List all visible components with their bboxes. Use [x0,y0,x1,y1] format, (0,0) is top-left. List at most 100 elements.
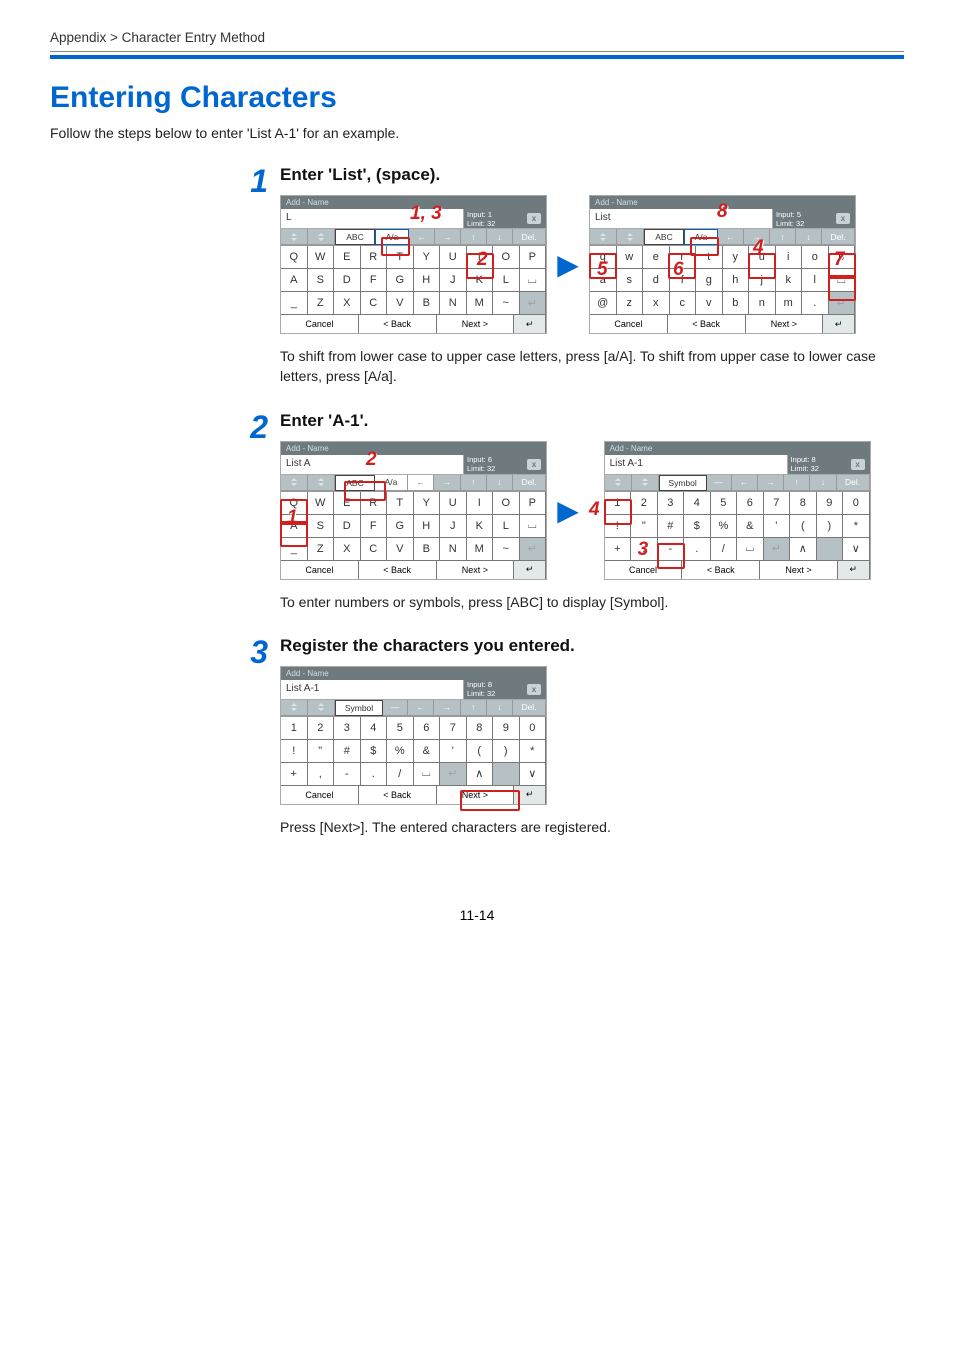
back-button[interactable]: < Back [359,315,437,333]
mode-down-arrow[interactable]: ↓ [487,475,513,491]
mode-case-button[interactable]: A/a [375,229,409,245]
key[interactable]: H [414,515,441,538]
key[interactable]: P [520,246,547,269]
mode-right-arrow[interactable]: → [435,229,461,245]
key[interactable]: + [605,538,632,561]
key[interactable]: G [387,515,414,538]
key[interactable]: J [440,269,467,292]
key[interactable]: ∧ [790,538,817,561]
key[interactable]: ) [493,740,520,763]
key[interactable]: M [467,292,494,315]
key[interactable]: N [440,538,467,561]
delete-button[interactable]: Del. [837,475,870,491]
mode-up-arrow[interactable]: ↑ [770,229,796,245]
key[interactable]: $ [361,740,388,763]
mode-down-arrow[interactable]: ↓ [487,700,513,716]
key[interactable]: Y [414,492,441,515]
key[interactable]: ( [790,515,817,538]
key[interactable]: % [711,515,738,538]
key[interactable]: j [749,269,776,292]
mode-up-arrow[interactable]: ↑ [461,475,487,491]
next-button[interactable]: Next > [437,561,515,579]
delete-button[interactable]: Del. [513,475,546,491]
cancel-button[interactable]: Cancel [605,561,683,579]
mode-symbol-button[interactable]: Symbol [659,475,707,491]
key[interactable]: x [643,292,670,315]
key[interactable]: A [281,515,308,538]
key[interactable]: - [334,763,361,786]
enter-button[interactable]: ↵ [514,786,546,804]
key[interactable]: v [696,292,723,315]
key[interactable]: ~ [493,292,520,315]
key[interactable]: . [802,292,829,315]
key[interactable]: ' [440,740,467,763]
key[interactable]: Q [281,492,308,515]
key[interactable]: F [361,269,388,292]
key[interactable]: 4 [361,717,388,740]
mode-left-arrow[interactable]: ← [718,229,744,245]
key[interactable]: 9 [493,717,520,740]
key[interactable]: ( [467,740,494,763]
mode-up-arrow[interactable]: ↑ [461,700,487,716]
key[interactable]: D [334,515,361,538]
key[interactable]: ⌴ [520,515,547,538]
key[interactable]: ↵ [520,538,547,561]
next-button[interactable]: Next > [746,315,824,333]
key[interactable]: p [829,246,856,269]
key[interactable]: ) [817,515,844,538]
key[interactable]: 5 [711,492,738,515]
key[interactable]: f [670,269,697,292]
key[interactable]: & [737,515,764,538]
mode-down-arrow[interactable]: ↓ [796,229,822,245]
key[interactable]: A [281,269,308,292]
back-button[interactable]: < Back [359,561,437,579]
cancel-button[interactable]: Cancel [590,315,668,333]
close-button[interactable]: x [522,680,546,700]
mode-left-arrow[interactable]: ← [732,475,758,491]
key[interactable]: L [493,269,520,292]
key[interactable]: B [414,538,441,561]
enter-button[interactable]: ↵ [514,315,546,333]
key[interactable]: + [281,763,308,786]
key[interactable]: U [440,246,467,269]
key[interactable]: k [776,269,803,292]
tool-caret-right[interactable] [308,700,335,716]
key[interactable]: g [696,269,723,292]
key[interactable]: I [467,492,494,515]
key[interactable]: P [520,492,547,515]
next-button[interactable]: Next > [437,315,515,333]
key[interactable]: 6 [737,492,764,515]
key[interactable]: M [467,538,494,561]
key[interactable]: ⌴ [520,269,547,292]
key[interactable]: K [467,269,494,292]
key[interactable]: " [308,740,335,763]
tool-caret-left[interactable] [281,700,308,716]
key[interactable]: Q [281,246,308,269]
key[interactable]: " [631,515,658,538]
mode-abc-button[interactable]: ABC [335,475,375,491]
key[interactable]: E [334,246,361,269]
key[interactable]: c [670,292,697,315]
delete-button[interactable]: Del. [513,700,546,716]
key[interactable]: T [387,246,414,269]
mode-down-arrow[interactable]: ↓ [810,475,836,491]
mode-up-arrow[interactable]: ↑ [461,229,487,245]
mode-dash-button[interactable]: — [383,700,408,716]
key[interactable] [817,538,844,561]
cancel-button[interactable]: Cancel [281,786,359,804]
key[interactable]: ' [764,515,791,538]
key[interactable]: N [440,292,467,315]
key[interactable]: R [361,246,388,269]
key[interactable]: l [802,269,829,292]
key[interactable]: C [361,292,388,315]
key[interactable]: , [631,538,658,561]
key[interactable]: o [802,246,829,269]
delete-button[interactable]: Del. [513,229,546,245]
cancel-button[interactable]: Cancel [281,561,359,579]
key[interactable]: S [308,515,335,538]
key[interactable]: 3 [334,717,361,740]
key[interactable]: * [520,740,547,763]
key[interactable]: h [723,269,750,292]
close-button[interactable]: x [846,455,870,475]
key[interactable]: 3 [658,492,685,515]
